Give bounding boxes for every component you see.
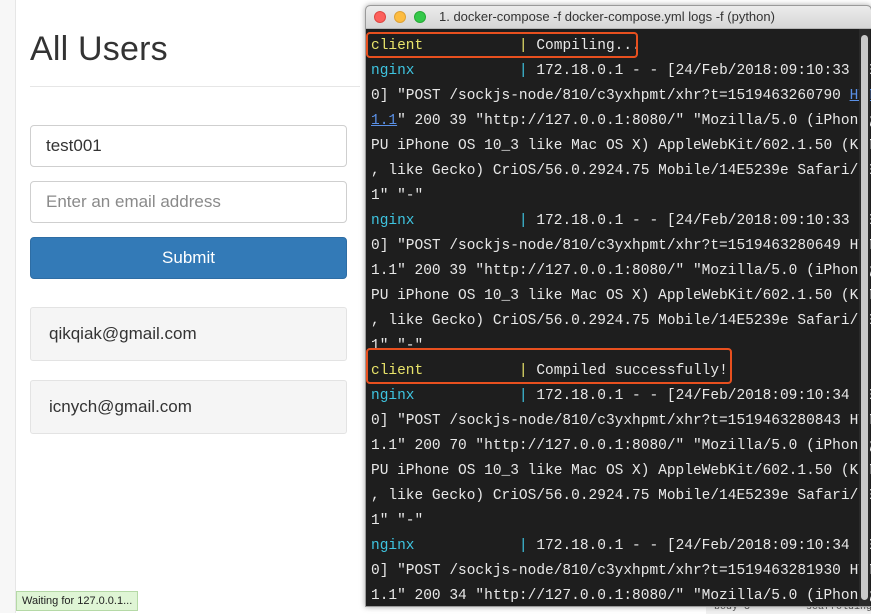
log-line: 1.1" 200 39 "http://127.0.0.1:8080/" "Mo… [371, 259, 871, 284]
log-text: PU iPhone OS 10_3 like Mac OS X) AppleWe… [371, 463, 871, 479]
log-text: 172.18.0.1 - - [24/Feb/2018:09:10:33 +00… [527, 213, 871, 229]
user-email: icnych@gmail.com [49, 397, 192, 416]
log-text: 0] "POST /sockjs-node/810/c3yxhpmt/xhr?t… [371, 238, 871, 254]
submit-button[interactable]: Submit [30, 237, 347, 279]
log-line: 0] "POST /sockjs-node/810/c3yxhpmt/xhr?t… [371, 559, 871, 584]
log-line: 1" "-" [371, 509, 423, 534]
log-line: , like Gecko) CriOS/56.0.2924.75 Mobile/… [371, 309, 871, 334]
log-text: PU iPhone OS 10_3 like Mac OS X) AppleWe… [371, 288, 871, 304]
log-line: nginx | 172.18.0.1 - - [24/Feb/2018:09:1… [371, 209, 871, 234]
log-line: PU iPhone OS 10_3 like Mac OS X) AppleWe… [371, 134, 871, 159]
log-text: 172.18.0.1 - - [24/Feb/2018:09:10:34 +00… [527, 538, 871, 554]
page-title: All Users [30, 30, 168, 68]
log-text: 1" "-" [371, 513, 424, 529]
minimize-window-button[interactable] [394, 11, 406, 23]
browser-status-bar: Waiting for 127.0.0.1... [16, 591, 139, 611]
terminal-titlebar[interactable]: 1. docker-compose -f docker-compose.yml … [366, 6, 871, 29]
log-service-prefix: nginx | [371, 63, 528, 79]
log-text: 0] "POST /sockjs-node/810/c3yxhpmt/xhr?t… [371, 88, 850, 104]
log-line: nginx | 172.18.0.1 - - [24/Feb/2018:09:1… [371, 534, 871, 559]
log-service-prefix: nginx | [371, 388, 528, 404]
log-text: 172.18.0.1 - - [24/Feb/2018:09:10:33 +00… [527, 63, 871, 79]
title-divider [30, 86, 360, 87]
log-line: 1" "-" [371, 184, 423, 209]
log-text: 1.1" 200 70 "http://127.0.0.1:8080/" "Mo… [371, 438, 871, 454]
log-line: , like Gecko) CriOS/56.0.2924.75 Mobile/… [371, 159, 871, 184]
highlight-compiling-annotation [366, 32, 638, 58]
user-card: icnych@gmail.com [30, 380, 347, 434]
close-window-button[interactable] [374, 11, 386, 23]
log-text: PU iPhone OS 10_3 like Mac OS X) AppleWe… [371, 138, 871, 154]
log-line: PU iPhone OS 10_3 like Mac OS X) AppleWe… [371, 284, 871, 309]
log-line: 0] "POST /sockjs-node/810/c3yxhpmt/xhr?t… [371, 234, 871, 259]
log-text: 0] "POST /sockjs-node/810/c3yxhpmt/xhr?t… [371, 563, 871, 579]
log-text: 172.18.0.1 - - [24/Feb/2018:09:10:34 +00… [527, 388, 871, 404]
log-line: nginx | 172.18.0.1 - - [24/Feb/2018:09:1… [371, 59, 871, 84]
log-line: PU iPhone OS 10_3 like Mac OS X) AppleWe… [371, 459, 871, 484]
log-line: 0] "POST /sockjs-node/810/c3yxhpmt/xhr?t… [371, 84, 871, 109]
highlight-compiled-annotation [366, 348, 732, 384]
terminal-window[interactable]: 1. docker-compose -f docker-compose.yml … [365, 5, 871, 607]
log-text: 1" "-" [371, 188, 424, 204]
email-field[interactable] [30, 181, 347, 223]
log-service-prefix: nginx | [371, 213, 528, 229]
user-card: qikqiak@gmail.com [30, 307, 347, 361]
log-link[interactable]: 1.1 [371, 113, 397, 129]
log-line: 1.1" 200 34 "http://127.0.0.1:8080/" "Mo… [371, 584, 871, 606]
terminal-scroll-thumb[interactable] [861, 35, 868, 600]
log-text: , like Gecko) CriOS/56.0.2924.75 Mobile/… [371, 488, 871, 504]
terminal-title: 1. docker-compose -f docker-compose.yml … [439, 9, 775, 24]
left-gutter [0, 0, 16, 613]
log-text: " 200 39 "http://127.0.0.1:8080/" "Mozil… [397, 113, 871, 129]
log-line: 0] "POST /sockjs-node/810/c3yxhpmt/xhr?t… [371, 409, 871, 434]
terminal-scrollbar[interactable] [859, 29, 870, 606]
log-text: 0] "POST /sockjs-node/810/c3yxhpmt/xhr?t… [371, 413, 871, 429]
log-service-prefix: nginx | [371, 538, 528, 554]
log-text: , like Gecko) CriOS/56.0.2924.75 Mobile/… [371, 163, 871, 179]
log-line: 1.1" 200 39 "http://127.0.0.1:8080/" "Mo… [371, 109, 871, 134]
log-line: 1.1" 200 70 "http://127.0.0.1:8080/" "Mo… [371, 434, 871, 459]
log-text: , like Gecko) CriOS/56.0.2924.75 Mobile/… [371, 313, 871, 329]
username-field[interactable] [30, 125, 347, 167]
log-text: 1.1" 200 34 "http://127.0.0.1:8080/" "Mo… [371, 588, 871, 604]
log-text: 1.1" 200 39 "http://127.0.0.1:8080/" "Mo… [371, 263, 871, 279]
log-line: , like Gecko) CriOS/56.0.2924.75 Mobile/… [371, 484, 871, 509]
maximize-window-button[interactable] [414, 11, 426, 23]
user-email: qikqiak@gmail.com [49, 324, 197, 343]
log-line: nginx | 172.18.0.1 - - [24/Feb/2018:09:1… [371, 384, 871, 409]
